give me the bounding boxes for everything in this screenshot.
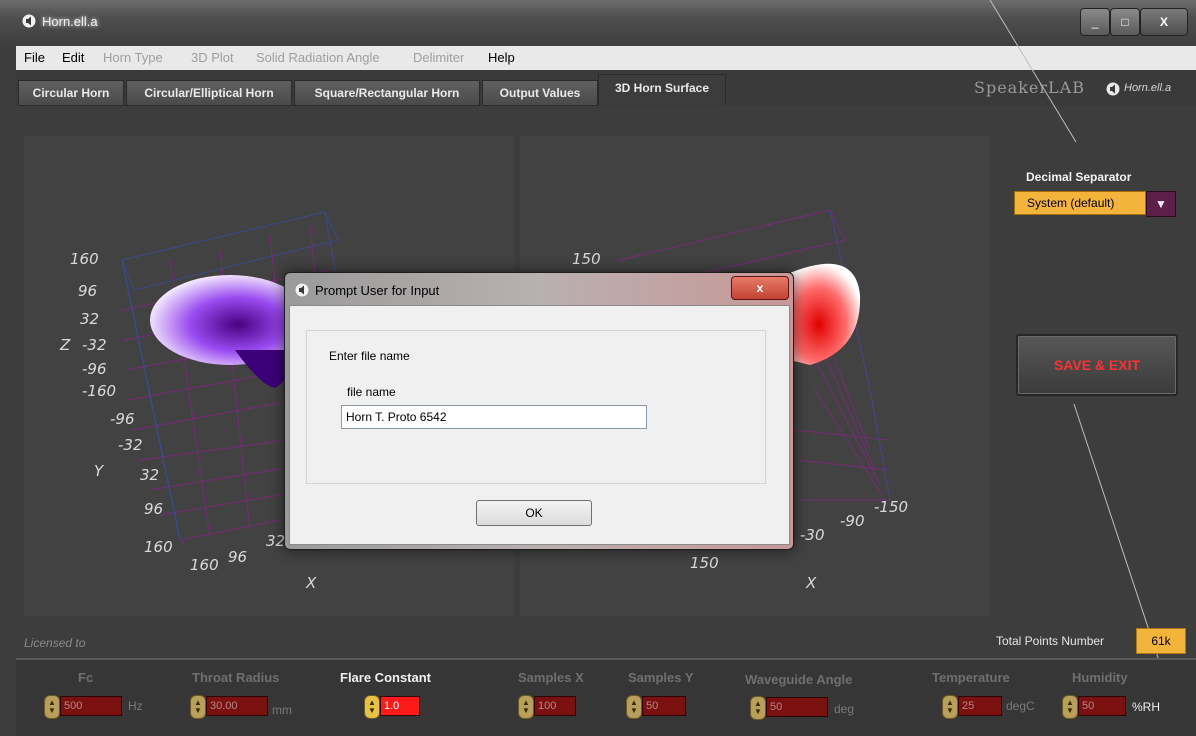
humidity-spinner[interactable]: ▲ ▼ [1062,695,1078,719]
tab-circular-elliptical-horn[interactable]: Circular/Elliptical Horn [126,80,292,106]
decimal-separator-select[interactable]: System (default) [1014,191,1146,215]
right-x-tick: -30 [800,526,825,544]
close-button[interactable]: X [1140,8,1188,36]
window-title: Horn.ell.a [42,14,98,29]
samples-y-spinner[interactable]: ▲ ▼ [626,695,642,719]
menu-3d-plot[interactable]: 3D Plot [191,50,234,65]
left-z-tick: 96 [78,282,98,300]
prompt-dialog: Prompt User for Input x Enter file name … [284,272,794,550]
speaker-icon [1106,82,1120,96]
throat-radius-input[interactable]: 30.00 [206,696,268,716]
flare-constant-label: Flare Constant [340,670,432,685]
minimize-button[interactable]: _ [1080,8,1110,36]
ok-button[interactable]: OK [476,500,592,526]
left-y-tick: -96 [110,410,135,428]
left-y-axis-label: Y [94,462,104,480]
menu-bar: File Edit Horn Type 3D Plot Solid Radiat… [16,46,1196,71]
throat-radius-unit: mm [272,703,292,717]
app-brand-label: Horn.ell.a [1124,82,1172,94]
right-x-tick: -150 [874,498,909,516]
waveguide-angle-input[interactable]: 50 [766,697,828,717]
left-y-tick: 96 [144,500,164,518]
licensed-to-label: Licensed to [24,636,86,650]
file-name-input[interactable]: Horn T. Proto 6542 [341,405,647,429]
flare-constant-spinner[interactable]: ▲ ▼ [364,695,380,719]
samples-y-label: Samples Y [628,670,694,685]
menu-delimiter[interactable]: Delimiter [413,50,464,65]
speaker-icon [295,283,309,297]
right-z-tick: 150 [572,250,601,268]
temperature-input[interactable]: 25 [958,696,1002,716]
fc-spinner[interactable]: ▲ ▼ [44,695,60,719]
left-z-tick: -96 [82,360,107,378]
left-z-tick: 160 [70,250,99,268]
samples-x-label: Samples X [518,670,584,685]
total-points-label: Total Points Number [996,634,1105,648]
left-z-axis-label: Z [60,336,71,354]
throat-radius-spinner[interactable]: ▲ ▼ [190,695,206,719]
tab-circular-horn[interactable]: Circular Horn [18,80,124,106]
menu-file[interactable]: File [24,50,45,65]
right-x-tick: 150 [690,554,719,572]
fc-label: Fc [78,670,94,685]
left-y-tick: 32 [140,466,160,484]
fc-input[interactable]: 500 [60,696,122,716]
main-window: Horn.ell.a _ □ X File Edit Horn Type 3D … [0,0,1196,736]
temperature-label: Temperature [932,670,1010,685]
right-x-tick: -90 [840,512,865,530]
total-points-value: 61k [1136,628,1186,654]
throat-radius-label: Throat Radius [192,670,280,685]
dialog-prompt: Enter file name [329,349,410,363]
samples-x-input[interactable]: 100 [534,696,576,716]
right-x-axis-label: X [806,574,817,592]
left-y-tick: -32 [118,436,143,454]
left-z-tick: -32 [82,336,107,354]
samples-x-spinner[interactable]: ▲ ▼ [518,695,534,719]
menu-horn-type[interactable]: Horn Type [103,50,163,65]
tab-3d-horn-surface[interactable]: 3D Horn Surface [598,74,726,105]
speaker-icon [22,14,36,28]
tab-bar: Circular Horn Circular/Elliptical Horn S… [16,70,1196,106]
save-exit-button[interactable]: SAVE & EXIT [1016,334,1178,396]
dropdown-arrow-icon[interactable]: ▼ [1146,191,1176,217]
temperature-spinner[interactable]: ▲ ▼ [942,695,958,719]
tab-output-values[interactable]: Output Values [482,80,598,106]
left-y-tick: 160 [144,538,173,556]
left-z-tick: 32 [80,310,100,328]
decimal-separator-label: Decimal Separator [1026,170,1132,184]
input-group: Enter file name file name Horn T. Proto … [306,330,766,484]
title-bar: Horn.ell.a _ □ X [0,0,1196,46]
menu-edit[interactable]: Edit [62,50,84,65]
menu-solid-radiation-angle[interactable]: Solid Radiation Angle [256,50,380,65]
left-x-tick: 32 [266,532,286,550]
waveguide-angle-unit: deg [834,702,855,716]
humidity-unit: %RH [1132,700,1161,714]
dialog-body: Enter file name file name Horn T. Proto … [289,305,790,545]
waveguide-angle-label: Waveguide Angle [745,672,853,687]
humidity-input[interactable]: 50 [1078,696,1126,716]
humidity-label: Humidity [1072,670,1128,685]
left-x-tick: 160 [190,556,219,574]
dialog-close-button[interactable]: x [731,276,789,300]
file-name-label: file name [347,385,396,399]
left-x-axis-label: X [306,574,317,592]
dialog-title: Prompt User for Input [315,283,440,298]
left-x-tick: 96 [228,548,248,566]
menu-help[interactable]: Help [488,50,515,65]
maximize-button[interactable]: □ [1110,8,1140,36]
speakerlab-logo: SpeakerLAB [974,78,1085,97]
flare-constant-input[interactable]: 1.0 [380,696,420,716]
tab-square-rectangular-horn[interactable]: Square/Rectangular Horn [294,80,480,106]
temperature-unit: degC [1006,699,1035,713]
waveguide-angle-spinner[interactable]: ▲ ▼ [750,696,766,720]
left-z-tick: -160 [82,382,117,400]
fc-unit: Hz [128,699,143,713]
samples-y-input[interactable]: 50 [642,696,686,716]
